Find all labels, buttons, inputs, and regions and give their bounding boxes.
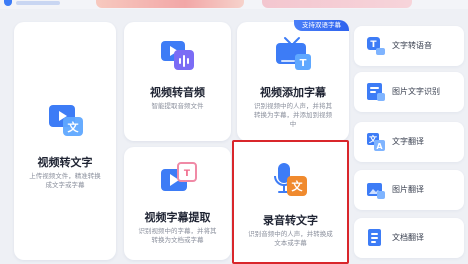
- sidebar-item-label: 文字翻译: [392, 137, 424, 146]
- top-strip: [0, 0, 468, 9]
- svg-text:文: 文: [68, 120, 80, 134]
- sidebar-item-document-translate[interactable]: 文档翻译: [354, 218, 464, 258]
- promo-banner-secondary[interactable]: [262, 0, 412, 8]
- card-video-subtitle-extract[interactable]: T 视频字幕提取 识别视频中的字幕，并将其转换为文档或字幕: [124, 147, 231, 260]
- text-translate-icon: 文 A: [367, 133, 385, 151]
- tool-sidebar: T 文字转语音 图片文字识别 文 A 文字翻译 图片翻译 文档翻译: [354, 22, 464, 264]
- subtitle-extract-icon: T: [161, 162, 197, 191]
- card-title: 录音转文字: [263, 215, 318, 227]
- sidebar-item-image-translate[interactable]: 图片翻译: [354, 170, 464, 210]
- sidebar-item-label: 文档翻译: [392, 233, 424, 242]
- svg-text:文: 文: [292, 179, 304, 193]
- card-title: 视频转音频: [150, 87, 205, 99]
- image-translate-icon: [367, 183, 385, 199]
- sidebar-item-label: 文字转语音: [392, 41, 432, 50]
- card-title: 视频字幕提取: [144, 212, 211, 224]
- card-description: 识别音频中的人声，并转换成文本或字幕: [248, 231, 333, 247]
- card-title: 视频转文字: [37, 157, 93, 169]
- svg-text:A: A: [376, 142, 383, 151]
- sidebar-item-label: 图片文字识别: [392, 87, 440, 96]
- card-description: 识别视频中的人声，并将其转换为字幕，并添加到视频中: [254, 103, 332, 128]
- svg-text:T: T: [370, 40, 377, 50]
- card-video-to-text[interactable]: 文 视频转文字 上传视频文件，精准转换成文字或字幕: [14, 22, 116, 260]
- microphone-text-icon: 文: [274, 163, 307, 196]
- card-description: 识别视频中的字幕，并将其转换为文档或字幕: [138, 228, 217, 244]
- card-audio-to-text[interactable]: 文 录音转文字 识别音频中的人声，并转换成文本或字幕: [232, 140, 349, 264]
- document-translate-icon: [368, 229, 381, 246]
- app-logo[interactable]: [4, 0, 12, 6]
- bilingual-subtitle-badge: 支持双语字幕: [294, 20, 349, 31]
- video-to-audio-icon: [161, 41, 194, 70]
- card-description: 上传视频文件，精准转换成文字或字幕: [29, 173, 101, 189]
- card-title: 视频添加字幕: [260, 87, 326, 99]
- svg-text:T: T: [300, 58, 307, 69]
- card-description: 智能提取音频文件: [151, 103, 204, 110]
- sidebar-item-label: 图片翻译: [392, 185, 424, 194]
- promo-banner[interactable]: [96, 0, 244, 8]
- card-video-add-subtitle[interactable]: 支持双语字幕 T 视频添加字幕 识别视频中的人声，并将其转换为字幕，并添加到视频…: [237, 20, 349, 141]
- app-logo-text: [16, 1, 60, 5]
- tv-subtitle-icon: T: [276, 37, 311, 70]
- image-ocr-icon: [367, 83, 385, 101]
- card-video-to-audio[interactable]: 视频转音频 智能提取音频文件: [124, 22, 231, 141]
- sidebar-item-text-to-speech[interactable]: T 文字转语音: [354, 26, 464, 66]
- sidebar-item-text-translate[interactable]: 文 A 文字翻译: [354, 122, 464, 162]
- text-to-speech-icon: T: [367, 37, 385, 55]
- sidebar-item-image-ocr[interactable]: 图片文字识别: [354, 72, 464, 112]
- video-to-text-icon: 文: [49, 105, 83, 136]
- svg-text:T: T: [184, 169, 191, 179]
